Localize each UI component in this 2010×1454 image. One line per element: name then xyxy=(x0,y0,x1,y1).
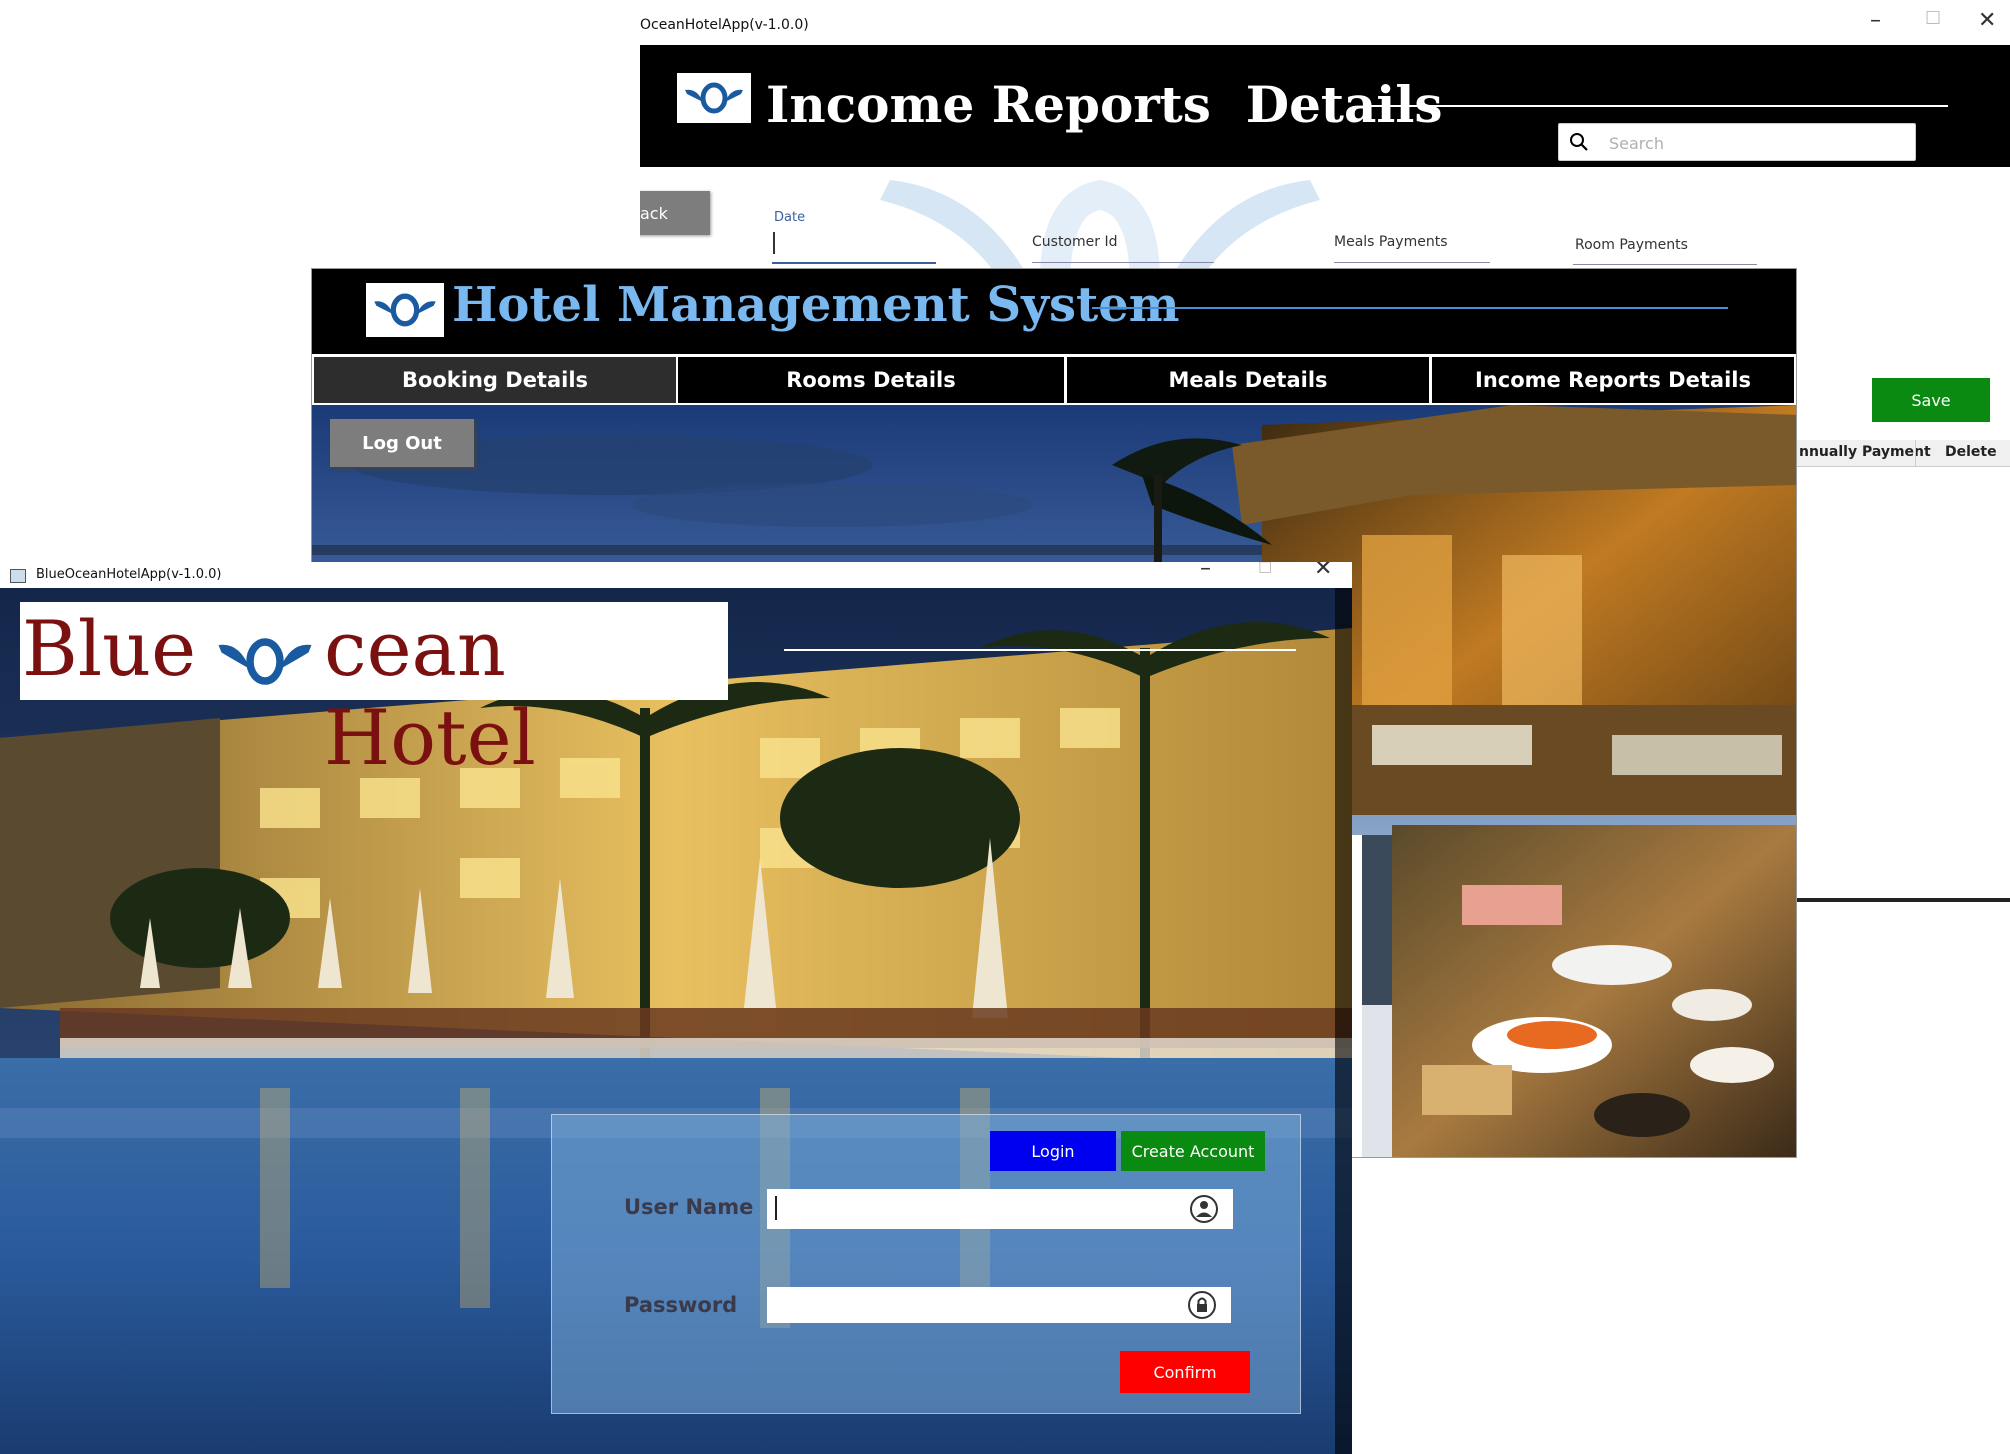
table-bottom-border xyxy=(1795,898,2010,902)
tab-booking-details[interactable]: Booking Details xyxy=(312,355,678,405)
back-button[interactable]: ack xyxy=(640,191,710,235)
header-bar: Hotel Management System xyxy=(312,269,1796,354)
close-icon[interactable]: ✕ xyxy=(1314,562,1332,581)
minimize-icon[interactable]: – xyxy=(1870,8,1881,33)
logout-button[interactable]: Log Out xyxy=(330,419,474,467)
brand-logo-box: Blue cean Hotel xyxy=(20,602,728,782)
hotel-logo-icon xyxy=(366,283,444,337)
tab-meals-details[interactable]: Meals Details xyxy=(1065,355,1431,405)
password-label: Password xyxy=(624,1293,738,1317)
customer-id-field[interactable] xyxy=(1032,262,1214,263)
window-title: OceanHotelApp(v-1.0.0) xyxy=(640,17,809,33)
tab-income-reports-details[interactable]: Income Reports Details xyxy=(1430,355,1796,405)
close-icon[interactable]: ✕ xyxy=(1978,8,1996,33)
user-circle-icon xyxy=(1190,1195,1218,1223)
search-field[interactable] xyxy=(1558,123,1916,161)
maximize-icon[interactable]: ☐ xyxy=(1258,562,1272,577)
meals-payments-field[interactable] xyxy=(1334,262,1490,263)
page-title: Hotel Management System xyxy=(452,277,1180,333)
date-field[interactable] xyxy=(772,262,936,264)
password-field[interactable] xyxy=(767,1287,1231,1323)
meals-payments-label: Meals Payments xyxy=(1334,234,1448,250)
window-title: BlueOceanHotelApp(v-1.0.0) xyxy=(36,567,222,582)
hotel-logo-icon xyxy=(677,73,751,123)
login-window: BlueOceanHotelApp(v-1.0.0) – ☐ ✕ Blue ce… xyxy=(0,562,1352,1454)
minimize-icon[interactable]: – xyxy=(1200,562,1211,581)
brand-divider xyxy=(784,649,1296,651)
column-header-annually-payment[interactable]: nnually Payment xyxy=(1799,444,1931,460)
search-input[interactable] xyxy=(1607,130,1891,156)
maximize-icon[interactable]: ☐ xyxy=(1925,8,1941,29)
header-divider xyxy=(1092,307,1728,309)
room-payments-label: Room Payments xyxy=(1575,237,1688,253)
date-field-cursor xyxy=(773,232,775,254)
hotel-logo-icon xyxy=(218,638,312,685)
username-field[interactable] xyxy=(767,1189,1233,1229)
column-header-delete[interactable]: Delete xyxy=(1945,444,1997,460)
app-icon xyxy=(10,569,26,583)
brand-text-blue: Blue xyxy=(22,604,197,693)
lock-circle-icon xyxy=(1188,1291,1216,1319)
create-account-button[interactable]: Create Account xyxy=(1121,1131,1265,1171)
login-button[interactable]: Login xyxy=(990,1131,1116,1171)
header-divider xyxy=(1370,105,1948,107)
confirm-button[interactable]: Confirm xyxy=(1120,1351,1250,1393)
password-input[interactable] xyxy=(775,1291,1159,1321)
save-button[interactable]: Save xyxy=(1872,378,1990,422)
header-bar: Income Reports Details xyxy=(640,45,2010,167)
customer-id-label: Customer Id xyxy=(1032,234,1118,250)
search-icon xyxy=(1570,133,1588,151)
login-panel: Login Create Account User Name Password … xyxy=(551,1114,1301,1414)
page-title: Income Reports Details xyxy=(766,75,1443,134)
date-label: Date xyxy=(774,210,806,225)
table-header: nnually Payment Delete xyxy=(1795,440,2010,467)
brand-text-rest: cean Hotel xyxy=(324,604,536,782)
username-input[interactable] xyxy=(775,1193,1159,1223)
room-payments-field[interactable] xyxy=(1573,264,1757,265)
tab-rooms-details[interactable]: Rooms Details xyxy=(676,355,1066,405)
username-label: User Name xyxy=(624,1195,754,1219)
